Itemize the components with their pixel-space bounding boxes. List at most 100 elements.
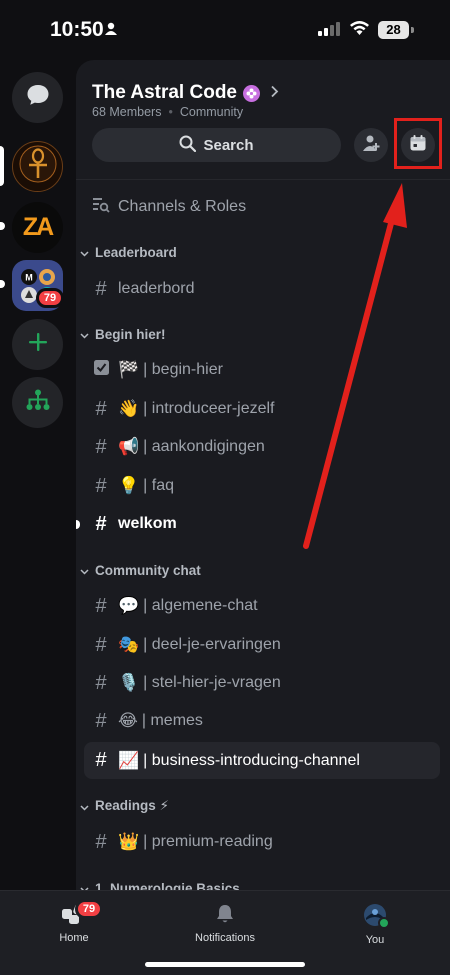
search-label: Search [203, 136, 254, 154]
online-status-dot [378, 917, 390, 929]
hash-icon: # [95, 671, 107, 694]
channel-name: leaderbord [118, 280, 195, 297]
server-name: The Astral Code [92, 82, 237, 103]
channel-name: | aankondigingen [143, 438, 265, 455]
member-count: 68 Members [92, 105, 162, 119]
hash-icon: # [95, 594, 107, 617]
channel-introduceer-jezelf[interactable]: # 👋 | introduceer-jezelf [84, 391, 440, 427]
channel-stel-hier-je-vragen[interactable]: # 🎙️ | stel-hier-je-vragen [84, 665, 440, 701]
home-indicator [145, 962, 305, 967]
category-label: Community chat [95, 563, 201, 578]
direct-messages-button[interactable] [12, 72, 63, 123]
home-icon: 79 [61, 899, 103, 928]
emoji: 📈 [118, 750, 140, 770]
channel-premium-reading[interactable]: # 👑 | premium-reading [84, 824, 440, 860]
status-bar: 10:50 28 [0, 0, 450, 60]
nav-label: You [365, 934, 385, 946]
channel-name: | memes [141, 712, 203, 729]
cellular-signal-icon [318, 22, 340, 41]
category-label: Readings ⚡ [95, 798, 169, 813]
category-readings[interactable]: Readings ⚡ [80, 798, 169, 814]
channel-panel: The Astral Code 68 Members • Community Sea… [76, 60, 450, 890]
emoji: 💬 [118, 596, 140, 615]
category-numerologie[interactable]: 1. Numerologie Basics [80, 881, 240, 890]
channel-name: welkom [118, 515, 177, 532]
hash-icon: # [95, 633, 107, 656]
category-begin-hier[interactable]: Begin hier! [80, 327, 166, 342]
battery-indicator: 28 [378, 21, 409, 39]
avatar [363, 903, 390, 929]
za-logo: ZA [22, 213, 54, 241]
nav-you[interactable]: You [325, 903, 425, 946]
channel-algemene-chat[interactable]: # 💬 | algemene-chat [84, 588, 440, 624]
bell-icon [214, 905, 236, 928]
channel-memes[interactable]: # 😂 | memes [84, 703, 440, 739]
chevron-down-icon [80, 799, 89, 814]
chevron-right-icon [270, 85, 279, 102]
chevron-down-icon [80, 563, 89, 578]
rules-checkbox-icon [84, 359, 118, 382]
server-type: Community [179, 105, 244, 119]
server-header[interactable]: The Astral Code [92, 82, 279, 104]
hash-icon: # [95, 830, 107, 853]
nav-label: Notifications [195, 932, 255, 944]
channel-name: | stel-hier-je-vragen [143, 674, 281, 691]
emoji: 👋 [118, 399, 140, 418]
category-label: Leaderboard [95, 245, 177, 260]
home-badge: 79 [75, 899, 103, 919]
emoji: 🏁 [118, 360, 140, 379]
folder-mention-badge: 79 [36, 288, 64, 308]
emoji: 🎭 [118, 635, 140, 654]
search-icon [179, 135, 197, 156]
channel-deel-je-ervaringen[interactable]: # 🎭 | deel-je-ervaringen [84, 627, 440, 663]
emoji: 💡 [118, 476, 140, 495]
invite-members-button[interactable] [354, 128, 388, 162]
hash-icon: # [95, 397, 107, 420]
nav-home[interactable]: 79 Home [24, 899, 124, 944]
channels-roles-label: Channels & Roles [118, 198, 247, 215]
channel-faq[interactable]: # 💡 | faq [84, 468, 440, 504]
unread-indicator [0, 222, 5, 230]
header-divider [76, 179, 450, 180]
highlight-box [394, 118, 442, 169]
server-astral-code[interactable] [12, 141, 63, 192]
channel-name: | premium-reading [143, 833, 273, 850]
ankh-logo-icon [18, 144, 58, 189]
boost-flower-icon [243, 84, 260, 102]
plus-icon [28, 332, 48, 357]
channel-business-introducing[interactable]: # 📈 | business-introducing-channel [84, 742, 440, 779]
category-label: 1. Numerologie Basics [95, 881, 240, 890]
server-meta: 68 Members • Community [92, 105, 244, 119]
channel-name: | deel-je-ervaringen [143, 636, 281, 653]
hash-icon: # [95, 474, 107, 497]
hash-icon: # [95, 709, 107, 732]
channel-leaderbord[interactable]: # leaderbord [84, 271, 440, 307]
unread-indicator [76, 520, 80, 529]
category-leaderboard[interactable]: Leaderboard [80, 245, 177, 260]
person-icon [104, 22, 118, 41]
server-folder[interactable]: M 79 [12, 260, 64, 311]
search-button[interactable]: Search [92, 128, 341, 162]
discover-servers-button[interactable] [12, 377, 63, 428]
chevron-down-icon [80, 881, 89, 890]
hash-icon: # [95, 277, 107, 300]
category-label: Begin hier! [95, 327, 166, 342]
hash-icon: # [95, 435, 107, 458]
hash-icon: # [95, 512, 107, 535]
channel-welkom[interactable]: # welkom [76, 506, 440, 542]
nav-notifications[interactable]: Notifications [175, 903, 275, 944]
emoji: 🎙️ [118, 673, 140, 692]
channel-name: | introduceer-jezelf [143, 400, 275, 417]
channel-begin-hier[interactable]: 🏁 | begin-hier [84, 352, 440, 388]
channels-roles-item[interactable]: Channels & Roles [84, 189, 440, 225]
channel-name: | business-introducing-channel [143, 751, 360, 769]
category-community-chat[interactable]: Community chat [80, 563, 201, 578]
status-time: 10:50 [50, 18, 104, 41]
list-search-icon [84, 196, 118, 219]
svg-text:M: M [25, 272, 33, 282]
add-server-button[interactable] [12, 319, 63, 370]
channel-name: | faq [143, 477, 175, 494]
selected-server-indicator [0, 146, 4, 186]
channel-aankondigingen[interactable]: # 📢 | aankondigingen [84, 429, 440, 465]
server-za[interactable]: ZA [12, 202, 63, 253]
